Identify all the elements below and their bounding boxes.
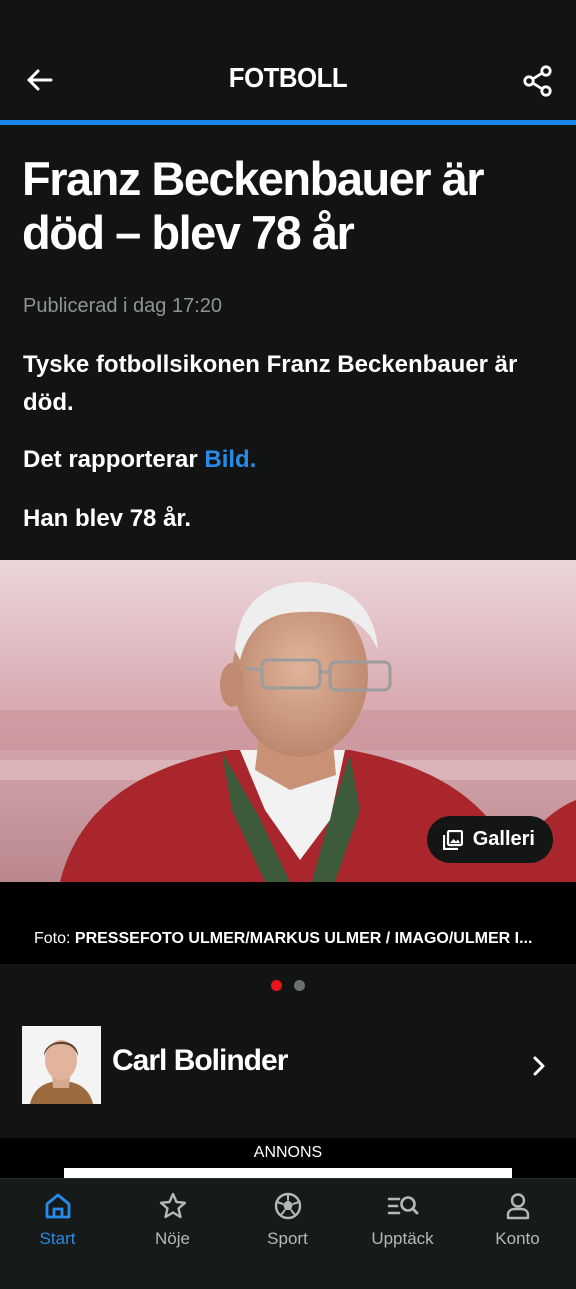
paragraph-text: Det rapporterar [23, 446, 205, 473]
tab-label: Sport [267, 1229, 308, 1248]
share-icon [523, 65, 552, 97]
article-paragraph: Tyske fotbollsikonen Franz Beckenbauer ä… [23, 351, 518, 416]
football-icon [271, 1189, 305, 1223]
section-title: FOTBOLL [228, 62, 348, 93]
section-accent-line [0, 120, 576, 125]
article-paragraph: Det rapporterar Bild. [23, 444, 256, 476]
article-paragraph: Han blev 78 år. [23, 505, 192, 532]
caption-band [0, 882, 576, 964]
chevron-right-icon [533, 1056, 545, 1076]
carousel-dots [0, 980, 576, 991]
photo-credit: PRESSEFOTO ULMER/MARKUS ULMER / IMAGO/UL… [74, 930, 533, 947]
gallery-icon [442, 829, 463, 850]
tab-noje[interactable]: Nöje [115, 1189, 230, 1249]
home-icon [41, 1189, 75, 1223]
tab-label: Nöje [155, 1229, 190, 1248]
tab-label: Start [39, 1229, 76, 1248]
tab-start[interactable]: Start [0, 1189, 115, 1249]
carousel-dot-active[interactable] [271, 980, 282, 991]
gallery-button[interactable]: Galleri [426, 816, 553, 863]
person-icon [501, 1189, 535, 1223]
search-list-icon [386, 1189, 420, 1223]
carousel-dot[interactable] [294, 980, 305, 991]
publish-time: Publicerad i dag 17:20 [23, 295, 223, 317]
author-name: Carl Bolinder [112, 1044, 288, 1077]
author-avatar [22, 1026, 101, 1104]
caption-prefix: Foto: [34, 930, 75, 947]
tab-konto[interactable]: Konto [460, 1189, 575, 1249]
author-row[interactable]: Carl Bolinder [0, 1020, 576, 1110]
photo-caption: Foto: PRESSEFOTO ULMER/MARKUS ULMER / IM… [34, 930, 558, 948]
bottom-tab-bar: Start Nöje Sport Upptäck Konto [0, 1178, 576, 1289]
share-button[interactable] [520, 62, 556, 100]
ad-label: ANNONS [253, 1144, 323, 1161]
star-icon [156, 1189, 190, 1223]
tab-sport[interactable]: Sport [230, 1189, 345, 1249]
tab-upptack[interactable]: Upptäck [345, 1189, 460, 1249]
gallery-label: Galleri [472, 828, 535, 850]
source-link-bild[interactable]: Bild. [204, 446, 256, 473]
article-headline: Franz Beckenbauer är död – blev 78 år [22, 152, 485, 259]
tab-label: Upptäck [371, 1229, 434, 1248]
top-bar: FOTBOLL [0, 0, 576, 120]
tab-label: Konto [495, 1229, 540, 1248]
